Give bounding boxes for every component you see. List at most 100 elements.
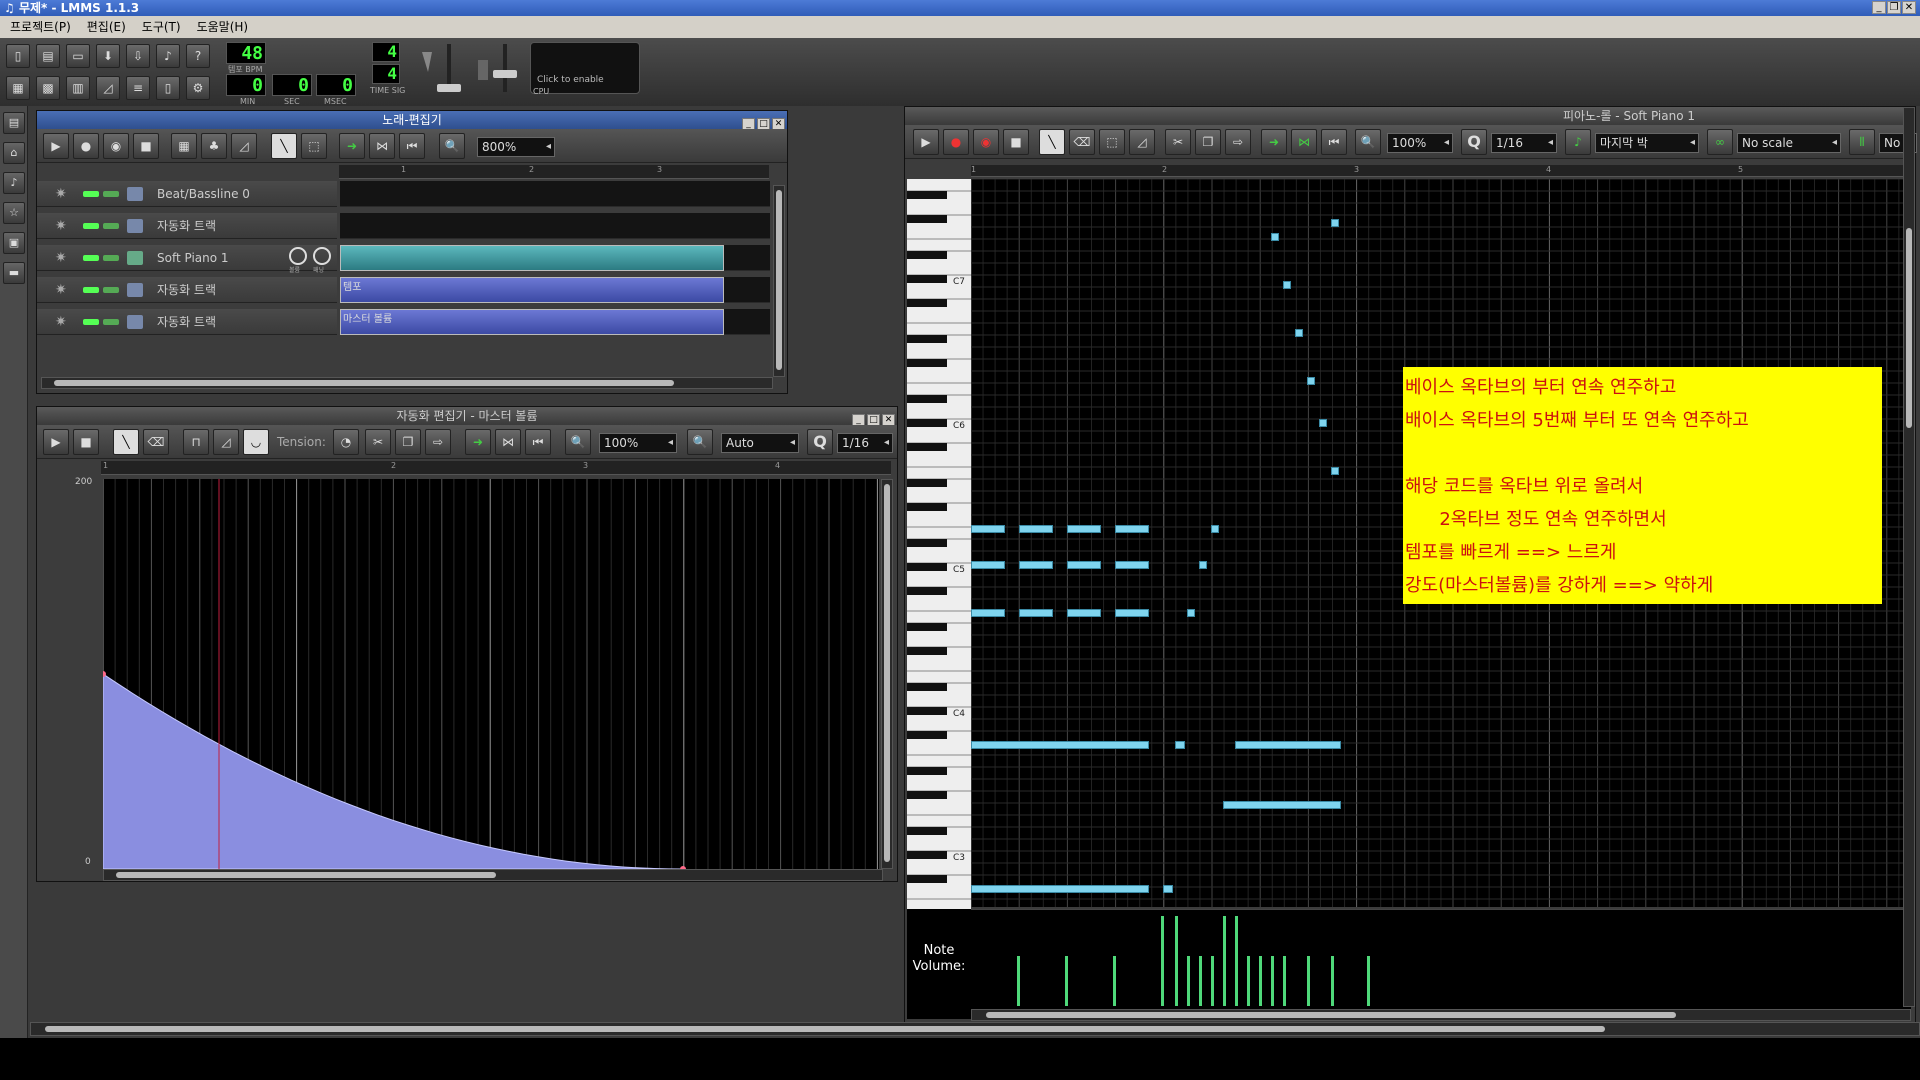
velocity-bar[interactable] <box>1331 956 1334 1006</box>
minimize-button[interactable]: _ <box>1872 1 1886 14</box>
open-project-icon[interactable]: ▭ <box>66 44 90 68</box>
new-project-icon[interactable]: ▯ <box>6 44 30 68</box>
add-beat-track-icon[interactable]: ▦ <box>171 133 197 159</box>
piano-roll-icon[interactable]: ▥ <box>66 76 90 100</box>
note[interactable] <box>1115 609 1149 617</box>
velocity-bar[interactable] <box>1017 956 1020 1006</box>
draw-mode-icon[interactable]: ╲ <box>1039 129 1065 155</box>
piano-h-scrollbar[interactable] <box>971 1009 1911 1021</box>
piano-v-scrollbar[interactable] <box>1903 107 1915 1007</box>
erase-mode-icon[interactable]: ⌫ <box>143 429 169 455</box>
close-button[interactable]: ✕ <box>1902 1 1916 14</box>
automation-yzoom-select[interactable]: Auto <box>721 433 799 453</box>
velocity-bar[interactable] <box>1283 956 1286 1006</box>
solo-led[interactable] <box>103 191 119 197</box>
song-zoom-select[interactable]: 800% <box>477 137 555 157</box>
pan-knob[interactable] <box>313 247 331 265</box>
timesig-numerator[interactable]: 4 <box>372 42 400 62</box>
mute-led[interactable] <box>83 319 99 325</box>
return-to-start-icon[interactable]: ⏮ <box>525 429 551 455</box>
note[interactable] <box>1319 419 1327 427</box>
auto-scroll-icon[interactable]: ➜ <box>339 133 365 159</box>
master-volume-slider[interactable] <box>437 44 461 92</box>
paste-icon[interactable]: ⇨ <box>425 429 451 455</box>
note[interactable] <box>971 741 1149 749</box>
note[interactable] <box>1295 329 1303 337</box>
song-v-scrollbar[interactable] <box>773 185 785 377</box>
return-to-start-icon[interactable]: ⏮ <box>399 133 425 159</box>
mute-led[interactable] <box>83 287 99 293</box>
note[interactable] <box>971 609 1005 617</box>
automation-ruler[interactable]: 1 2 3 4 <box>101 461 891 475</box>
piano-keyboard[interactable] <box>907 179 971 1013</box>
mute-led[interactable] <box>83 223 99 229</box>
velocity-bar[interactable] <box>1367 956 1370 1006</box>
note[interactable] <box>1187 609 1195 617</box>
note[interactable] <box>1019 561 1053 569</box>
help-icon[interactable]: ? <box>186 44 210 68</box>
draw-mode-icon[interactable]: ╲ <box>271 133 297 159</box>
piano-ruler[interactable]: 1 2 3 4 5 <box>971 165 1911 177</box>
lane-volume[interactable]: 마스터 볼륨 <box>340 309 770 335</box>
menu-project[interactable]: 프로젝트(P) <box>4 20 77 34</box>
stop-icon[interactable]: ■ <box>73 429 99 455</box>
record-while-playing-icon[interactable]: ◉ <box>973 129 999 155</box>
velocity-bar[interactable] <box>1175 916 1178 1006</box>
note[interactable] <box>971 525 1005 533</box>
piano-pattern[interactable] <box>340 245 724 271</box>
lane-beat[interactable] <box>340 181 770 207</box>
return-to-start-icon[interactable]: ⏮ <box>1321 129 1347 155</box>
cubic-icon[interactable]: ◡ <box>243 429 269 455</box>
piano-quantize-select[interactable]: 1/16 <box>1491 133 1557 153</box>
note[interactable] <box>1331 219 1339 227</box>
my-presets-icon[interactable]: ☆ <box>3 202 25 224</box>
erase-mode-icon[interactable]: ⌫ <box>1069 129 1095 155</box>
record-while-playing-icon[interactable]: ◉ <box>103 133 129 159</box>
song-editor-icon[interactable]: ▦ <box>6 76 30 100</box>
menu-edit[interactable]: 편집(E) <box>81 20 132 34</box>
gear-icon[interactable]: ✷ <box>55 218 67 234</box>
cut-icon[interactable]: ✂ <box>365 429 391 455</box>
song-h-scrollbar[interactable] <box>41 377 773 389</box>
mixer-icon[interactable]: ≡ <box>126 76 150 100</box>
track-automation-tempo[interactable]: ✷ 자동화 트랙 <box>37 277 337 303</box>
velocity-bar[interactable] <box>1235 916 1238 1006</box>
automation-zoom-select[interactable]: 100% <box>599 433 677 453</box>
gear-icon[interactable]: ✷ <box>55 314 67 330</box>
note[interactable] <box>1307 377 1315 385</box>
velocity-bar[interactable] <box>1247 956 1250 1006</box>
stop-icon[interactable]: ■ <box>133 133 159 159</box>
automation-editor-icon[interactable]: ◿ <box>96 76 120 100</box>
play-icon[interactable]: ▶ <box>43 133 69 159</box>
note[interactable] <box>1067 525 1101 533</box>
track-soft-piano[interactable]: ✷ Soft Piano 1 볼륨 패닝 <box>37 245 337 274</box>
gear-icon[interactable]: ✷ <box>55 282 67 298</box>
play-icon[interactable]: ▶ <box>43 429 69 455</box>
restore-button[interactable]: ❐ <box>1887 1 1901 14</box>
master-pitch-slider[interactable] <box>493 44 517 92</box>
velocity-bar[interactable] <box>1211 956 1214 1006</box>
edit-mode-icon[interactable]: ⬚ <box>301 133 327 159</box>
velocity-bar[interactable] <box>1199 956 1202 1006</box>
mute-led[interactable] <box>83 255 99 261</box>
lane-piano[interactable] <box>340 245 770 271</box>
automation-graph[interactable] <box>103 479 879 869</box>
my-projects-icon[interactable]: ⌂ <box>3 142 25 164</box>
discrete-icon[interactable]: ⊓ <box>183 429 209 455</box>
note[interactable] <box>971 561 1005 569</box>
note[interactable] <box>1175 741 1185 749</box>
add-automation-track-icon[interactable]: ◿ <box>231 133 257 159</box>
detune-mode-icon[interactable]: ◿ <box>1129 129 1155 155</box>
select-mode-icon[interactable]: ⬚ <box>1099 129 1125 155</box>
my-home-icon[interactable]: ▣ <box>3 232 25 254</box>
solo-led[interactable] <box>103 319 119 325</box>
note[interactable] <box>1115 561 1149 569</box>
tension-knob[interactable]: ◔ <box>333 429 359 455</box>
record-icon[interactable]: ♪ <box>156 44 180 68</box>
solo-led[interactable] <box>103 287 119 293</box>
note[interactable] <box>1115 525 1149 533</box>
linear-icon[interactable]: ◿ <box>213 429 239 455</box>
automation-v-scrollbar[interactable] <box>881 479 893 869</box>
track-beat-bassline[interactable]: ✷ Beat/Bassline 0 <box>37 181 337 207</box>
beat-editor-icon[interactable]: ▩ <box>36 76 60 100</box>
